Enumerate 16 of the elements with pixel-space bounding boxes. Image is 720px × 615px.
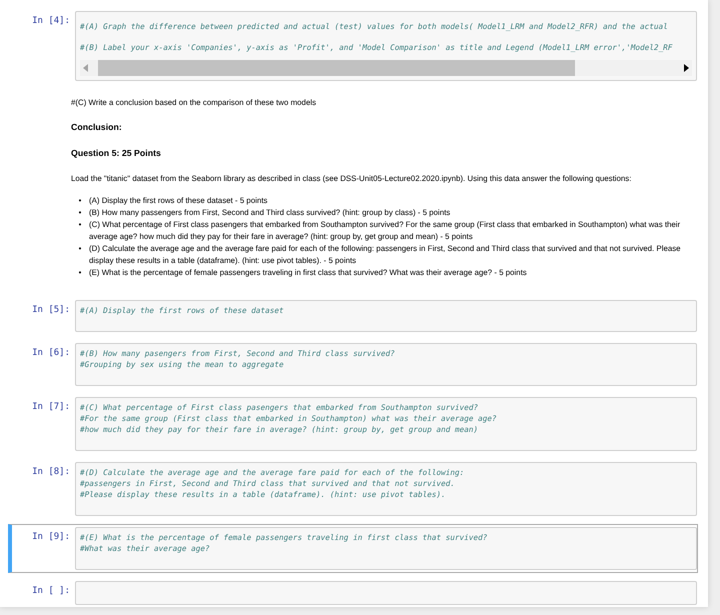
horizontal-scrollbar[interactable] (80, 60, 692, 76)
cell-prompt: In [5]: (31, 304, 71, 317)
code-input-field[interactable] (75, 397, 697, 451)
cell-prompt: In [ ]: (31, 585, 71, 598)
cell-prompt: In [7]: (31, 401, 71, 414)
code-cell[interactable]: In [ ]: (8, 578, 698, 608)
cell-prompt: In [6]: (31, 347, 71, 360)
code-input-field[interactable] (75, 462, 697, 516)
cell-prompt: In [4]: (31, 15, 71, 28)
cell-prompt: In [9]: (31, 531, 71, 544)
cell-prompt: In [8]: (31, 466, 71, 479)
heading-text: Conclusion: (71, 121, 123, 133)
code-input-field[interactable] (75, 581, 697, 605)
scrollbar-thumb[interactable] (98, 60, 576, 76)
code-input-field[interactable] (75, 11, 697, 81)
heading-text: Question 5: 25 Points (71, 147, 162, 159)
